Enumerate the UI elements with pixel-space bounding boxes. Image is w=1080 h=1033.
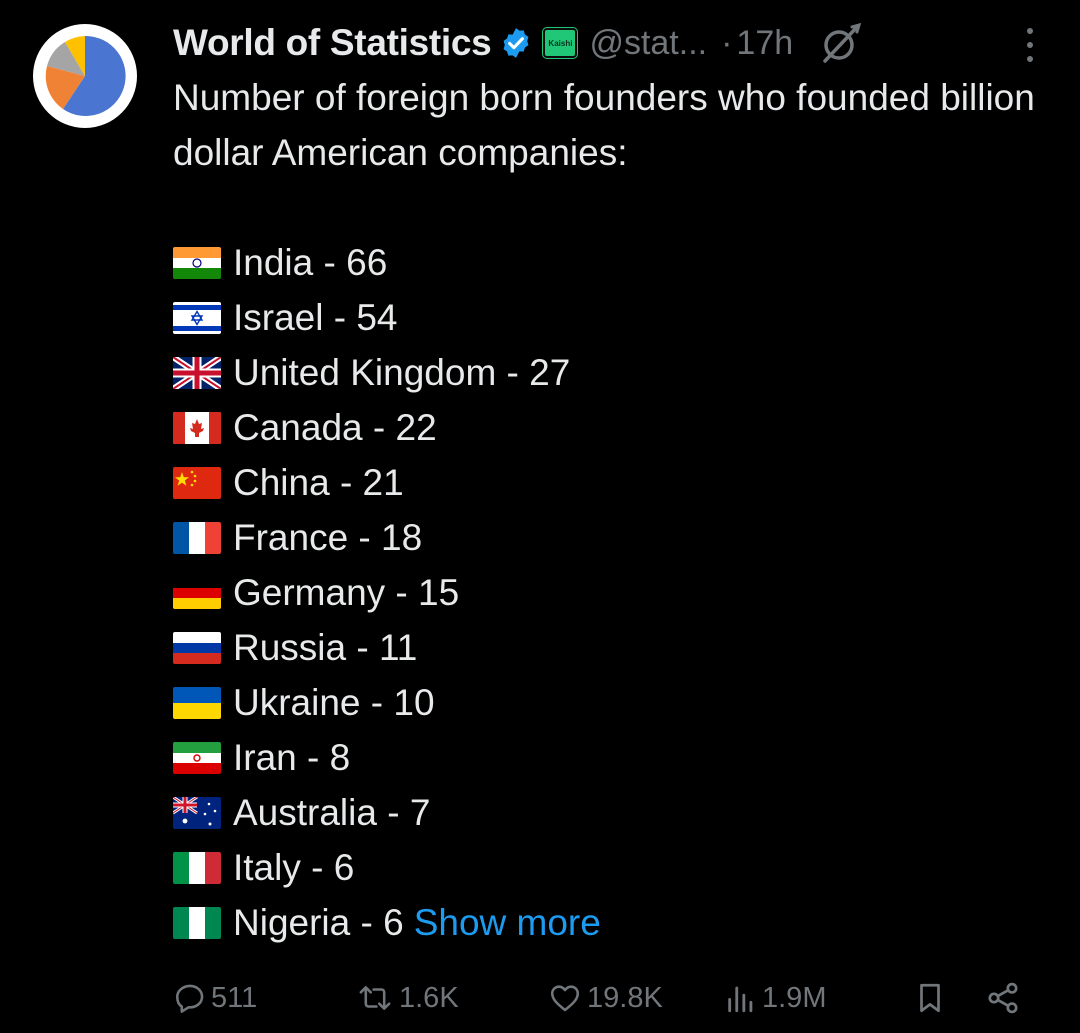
list-item: United Kingdom - 27 — [173, 345, 1053, 400]
entry-text: United Kingdom - 27 — [233, 352, 571, 393]
verified-badge-icon[interactable] — [499, 26, 533, 60]
entry-text: China - 21 — [233, 462, 404, 503]
affiliation-label: Kaishi — [548, 38, 573, 48]
germany-flag-icon — [173, 576, 221, 609]
post-text: Number of foreign born founders who foun… — [173, 70, 1053, 950]
entry-text: Australia - 7 — [233, 792, 431, 833]
reply-count: 511 — [211, 981, 258, 1014]
list-item: Nigeria - 6 Show more — [173, 895, 1053, 950]
list-item: Australia - 7 — [173, 785, 1053, 840]
repost-count: 1.6K — [399, 981, 459, 1014]
italy-flag-icon — [173, 851, 221, 884]
entry-text: France - 18 — [233, 517, 423, 558]
avatar[interactable] — [33, 24, 137, 128]
israel-flag-icon — [173, 301, 221, 334]
views-icon — [728, 986, 753, 1013]
list-item: France - 18 — [173, 510, 1053, 565]
post-header: World of Statistics Kaishi @stat... · 17… — [173, 18, 1053, 68]
entry-text: Ukraine - 10 — [233, 682, 435, 723]
post-timestamp[interactable]: 17h — [736, 24, 793, 63]
grok-icon[interactable] — [819, 21, 863, 65]
france-flag-icon — [173, 521, 221, 554]
share-icon — [988, 982, 1018, 1014]
reply-button[interactable]: 511 — [173, 975, 257, 1021]
list-item: Russia - 11 — [173, 620, 1053, 675]
reply-icon — [175, 984, 204, 1013]
entry-text: India - 66 — [233, 242, 388, 283]
list-item: China - 21 — [173, 455, 1053, 510]
bookmark-icon — [920, 983, 940, 1013]
repost-button[interactable]: 1.6K — [355, 975, 459, 1021]
australia-flag-icon — [173, 796, 221, 829]
list-item: India - 66 — [173, 235, 1053, 290]
canada-flag-icon — [173, 411, 221, 444]
list-item: Ukraine - 10 — [173, 675, 1053, 730]
view-count: 1.9M — [762, 981, 827, 1014]
repost-icon — [359, 986, 391, 1010]
russia-flag-icon — [173, 631, 221, 664]
post-content: World of Statistics Kaishi @stat... · 17… — [173, 18, 1053, 950]
entry-text: Canada - 22 — [233, 407, 437, 448]
author-handle[interactable]: @stat... — [589, 24, 707, 63]
india-flag-icon — [173, 246, 221, 279]
list-item: Italy - 6 — [173, 840, 1053, 895]
post-intro-text: Number of foreign born founders who foun… — [173, 77, 1035, 173]
nigeria-flag-icon — [173, 906, 221, 939]
list-item: Germany - 15 — [173, 565, 1053, 620]
entry-text: Israel - 54 — [233, 297, 398, 338]
share-button[interactable] — [985, 975, 1021, 1021]
more-options-icon[interactable] — [1025, 28, 1035, 62]
entry-text: Iran - 8 — [233, 737, 351, 778]
affiliation-badge[interactable]: Kaishi — [542, 27, 579, 59]
iran-flag-icon — [173, 741, 221, 774]
views-button[interactable]: 1.9M — [724, 975, 826, 1021]
list-item: Canada - 22 — [173, 400, 1053, 455]
like-count: 19.8K — [587, 981, 663, 1014]
author-display-name[interactable]: World of Statistics — [173, 22, 492, 64]
entry-text: Nigeria - 6 — [233, 902, 404, 943]
time-separator: · — [721, 23, 733, 62]
pie-chart-avatar-icon — [45, 35, 126, 116]
ukraine-flag-icon — [173, 686, 221, 719]
entry-text: Germany - 15 — [233, 572, 460, 613]
list-item: Israel - 54 — [173, 290, 1053, 345]
action-bar: 511 1.6K 19.8K 1.9M — [173, 975, 1033, 1021]
show-more-link[interactable]: Show more — [414, 895, 601, 950]
like-button[interactable]: 19.8K — [547, 975, 663, 1021]
heart-icon — [550, 985, 580, 1012]
bookmark-button[interactable] — [913, 975, 947, 1021]
china-flag-icon — [173, 466, 221, 499]
list-item: Iran - 8 — [173, 730, 1053, 785]
uk-flag-icon — [173, 356, 221, 389]
entry-text: Russia - 11 — [233, 627, 418, 668]
entry-text: Italy - 6 — [233, 847, 355, 888]
